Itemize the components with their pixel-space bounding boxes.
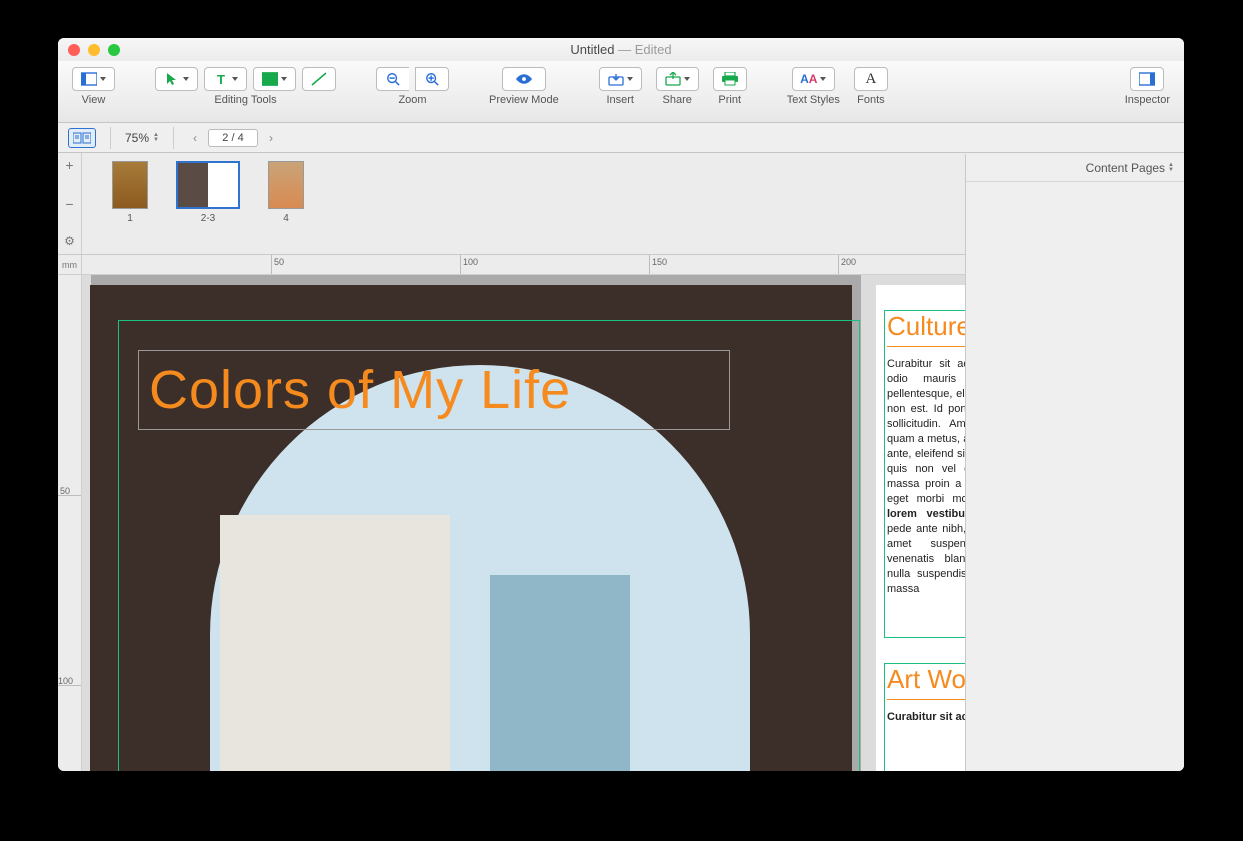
toolbar-label: Insert [606,94,634,106]
zoom-out-button[interactable] [376,67,409,91]
app-window: Untitled — Edited View T [58,38,1184,771]
toolbar-label: Zoom [398,94,426,106]
window-title: Untitled — Edited [58,42,1184,57]
prev-page-button[interactable]: ‹ [188,128,202,148]
inspector-panel-select[interactable]: Content Pages ▲▼ [966,154,1184,182]
eye-icon [516,72,532,86]
toolbar-label: View [82,94,106,106]
toolbar-label: Preview Mode [489,94,559,106]
gear-icon[interactable]: ⚙ [64,234,75,248]
page-left[interactable]: Colors of My Life [90,285,852,771]
page-title-text: Colors of My Life [149,359,571,421]
toolgroup-print: Print [713,67,747,106]
next-page-button[interactable]: › [264,128,278,148]
title-text-frame[interactable]: Colors of My Life [138,350,730,430]
zoom-in-button[interactable] [415,67,449,91]
thumb-page-4[interactable]: 4 [268,161,304,224]
insert-icon [608,72,624,86]
share-icon [665,72,681,86]
text-icon: T [213,72,229,86]
thumb-label: 4 [283,213,289,224]
add-page-button[interactable]: + [65,157,73,173]
printer-icon [722,72,738,86]
share-button[interactable] [656,67,699,91]
thumb-label: 2-3 [201,213,215,224]
toolbar-label: Editing Tools [214,94,276,106]
secondary-bar: 75% ▲▼ ‹ 2 / 4 › [58,123,1184,153]
toolgroup-insert: Insert [599,67,642,106]
fonts-button[interactable]: A [854,67,888,91]
toolgroup-textstyles: AA Text Styles [787,67,840,106]
zoom-select[interactable]: 75% ▲▼ [125,131,159,145]
inspector-panel-label: Content Pages [1086,161,1165,175]
pointer-icon [164,72,180,86]
inspector-panel: Content Pages ▲▼ [965,154,1184,771]
toolbar-label: Text Styles [787,94,840,106]
thumb-spread-2-3[interactable]: 2-3 [176,161,240,224]
zoom-value-label: 75% [125,131,149,145]
toolgroup-editing: T Editing Tools [155,67,336,106]
line-icon [311,72,327,86]
page-navigator: ‹ 2 / 4 › [188,128,278,148]
insert-button[interactable] [599,67,642,91]
window-title-status: Edited [635,42,672,57]
pointer-tool-button[interactable] [155,67,198,91]
text-tool-button[interactable]: T [204,67,247,91]
zoom-out-icon [385,72,401,86]
textstyles-button[interactable]: AA [792,67,835,91]
window-title-main: Untitled [570,42,614,57]
stepper-icon: ▲▼ [1168,163,1174,173]
toolbar-label: Fonts [857,94,885,106]
title-bar: Untitled — Edited [58,38,1184,61]
ruler-unit-label: mm [58,255,82,275]
font-icon: A [863,72,879,86]
vertical-ruler: 50 100 [58,275,82,771]
textstyles-icon: AA [801,72,817,86]
main-toolbar: View T Editing Tools [58,61,1184,123]
preview-button[interactable] [502,67,546,91]
inspector-icon [1139,72,1155,86]
print-button[interactable] [713,67,747,91]
inspector-button[interactable] [1130,67,1164,91]
toolgroup-inspector: Inspector [1125,67,1170,106]
line-tool-button[interactable] [302,67,336,91]
window-layout-icon [81,72,97,86]
page-number-field[interactable]: 2 / 4 [208,129,258,147]
toolbar-label: Print [718,94,741,106]
thumb-side-controls: + − ⚙ [58,153,82,254]
zoom-in-icon [424,72,440,86]
stepper-icon: ▲▼ [153,133,159,143]
view-button[interactable] [72,67,115,91]
toolgroup-share: Share [656,67,699,106]
remove-page-button[interactable]: − [65,196,73,212]
toolgroup-fonts: A Fonts [854,67,888,106]
thumb-label: 1 [127,213,133,224]
toolbar-label: Share [663,94,692,106]
toolgroup-preview: Preview Mode [489,67,559,106]
toolgroup-view: View [72,67,115,106]
thumb-page-1[interactable]: 1 [112,161,148,224]
toolbar-label: Inspector [1125,94,1170,106]
book-view-toggle[interactable] [68,128,96,148]
shape-tool-button[interactable] [253,67,296,91]
toolgroup-zoom: Zoom [376,67,449,106]
rectangle-icon [262,72,278,86]
